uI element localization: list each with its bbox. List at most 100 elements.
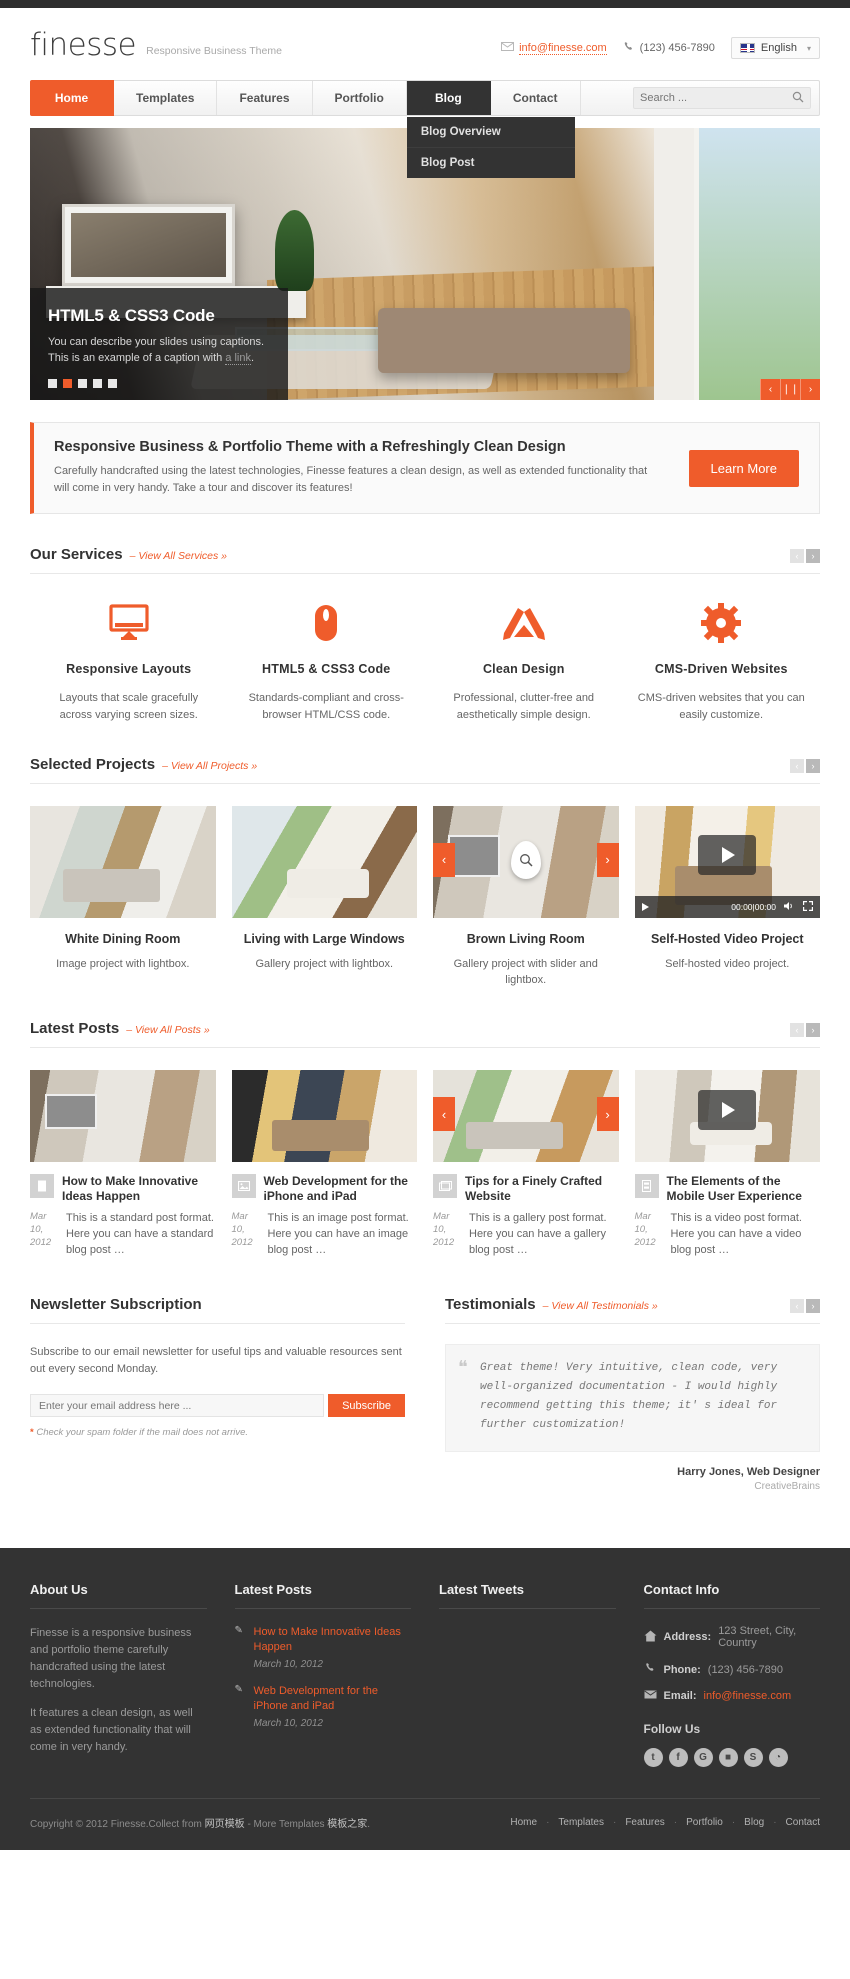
slider-bullet-1[interactable] [48,379,57,388]
testimonials-prev-button[interactable]: ‹ [790,1299,804,1313]
service-item[interactable]: HTML5 & CSS3 Code Standards-compliant an… [228,600,426,724]
slider-pause-button[interactable]: ❘❘ [780,379,800,400]
project-card[interactable]: Living with Large Windows Gallery projec… [231,806,417,988]
play-icon[interactable] [698,1090,757,1131]
project-card[interactable]: 00:00|00:00 Self-Hosted Video Project Se… [634,806,820,988]
service-item[interactable]: Responsive Layouts Layouts that scale gr… [30,600,228,724]
post-title[interactable]: How to Make Innovative Ideas Happen [62,1174,216,1204]
footer-post-link[interactable]: Web Development for the iPhone and iPad [254,1684,412,1714]
footer-phone-label: Phone: [663,1663,701,1676]
footer-link-home[interactable]: Home [510,1817,537,1828]
projects-next-button[interactable]: › [806,759,820,773]
volume-icon[interactable] [784,901,795,913]
projects-view-all-link[interactable]: – View All Projects » [162,760,257,773]
services-next-button[interactable]: › [806,549,820,563]
slider-bullet-5[interactable] [108,379,117,388]
posts-prev-button[interactable]: ‹ [790,1023,804,1037]
post-slider-prev-button[interactable]: ‹ [433,1097,455,1132]
post-title[interactable]: Web Development for the iPhone and iPad [264,1174,418,1204]
post-slider-next-button[interactable]: › [596,1097,619,1132]
nav-item-home[interactable]: Home [30,80,114,116]
header-email-link[interactable]: info@finesse.com [519,42,607,55]
slider-prev-button[interactable]: ‹ [760,379,780,400]
footer-link-features[interactable]: Features [625,1817,664,1828]
slider-bullet-2[interactable] [63,379,72,388]
slider-bullet-3[interactable] [78,379,87,388]
project-card[interactable]: ‹ › Brown Living Room Gallery project wi… [433,806,619,988]
search-box[interactable] [633,87,811,109]
promo-title: Responsive Business & Portfolio Theme wi… [54,439,566,455]
project-slider-prev-button[interactable]: ‹ [433,842,455,877]
post-card[interactable]: How to Make Innovative Ideas Happen Mar … [30,1070,216,1258]
testimonials-next-button[interactable]: › [806,1299,820,1313]
language-selector[interactable]: English ▾ [730,37,820,59]
footer-post-link[interactable]: How to Make Innovative Ideas Happen [254,1625,412,1655]
newsletter-email-input[interactable] [30,1394,325,1417]
footer-link-templates[interactable]: Templates [558,1817,604,1828]
post-video-thumbnail[interactable] [634,1070,820,1162]
dropdown-item-blog-post[interactable]: Blog Post [407,148,575,178]
footer-link-blog[interactable]: Blog [744,1817,764,1828]
footer-email-link[interactable]: info@finesse.com [704,1690,792,1702]
project-video-thumbnail[interactable]: 00:00|00:00 [634,806,820,918]
project-card[interactable]: White Dining Room Image project with lig… [30,806,216,988]
fullscreen-icon[interactable] [803,901,813,913]
skype-icon[interactable]: S [743,1748,763,1767]
nav-item-blog[interactable]: Blog Blog Overview Blog Post [406,81,575,178]
play-icon[interactable] [698,835,757,876]
site-logo[interactable]: finesse [30,29,137,61]
video-play-icon[interactable] [641,903,649,911]
facebook-icon[interactable]: f [668,1748,688,1767]
services-list: Responsive Layouts Layouts that scale gr… [30,600,820,724]
posts-next-button[interactable]: › [806,1023,820,1037]
post-card[interactable]: Web Development for the iPhone and iPad … [231,1070,418,1258]
youtube-icon[interactable]: ■ [718,1748,738,1767]
video-controls-bar[interactable]: 00:00|00:00 [634,896,820,918]
footer-address-label: Address: [663,1631,712,1643]
search-icon[interactable] [792,91,804,106]
project-text: Gallery project with lightbox. [255,958,394,970]
testimonial-author: Harry Jones, Web Designer [677,1466,820,1478]
testimonials-view-all-link[interactable]: – View All Testimonials » [543,1300,658,1313]
post-card[interactable]: The Elements of the Mobile User Experien… [634,1070,821,1258]
project-slider-next-button[interactable]: › [596,842,619,877]
service-text: Layouts that scale gracefully across var… [59,692,199,721]
footer-link-portfolio[interactable]: Portfolio [686,1817,723,1828]
google-plus-icon[interactable]: G [693,1748,713,1767]
post-title[interactable]: Tips for a Finely Crafted Website [465,1174,619,1204]
post-title[interactable]: The Elements of the Mobile User Experien… [667,1174,821,1204]
service-item[interactable]: CMS-Driven Websites CMS-driven websites … [623,600,821,724]
dropdown-item-blog-overview[interactable]: Blog Overview [406,117,575,148]
zoom-icon[interactable] [510,840,541,879]
projects-prev-button[interactable]: ‹ [790,759,804,773]
project-text: Gallery project with slider and lightbox… [453,958,598,986]
project-thumbnail[interactable]: ‹ › [433,806,619,918]
twitter-icon[interactable]: t [643,1748,663,1767]
footer-tweets-column: Latest Tweets [439,1582,616,1768]
post-thumbnail[interactable] [231,1070,417,1162]
post-card[interactable]: ‹ › Tips for a Finely Crafted Website Ma… [433,1070,619,1258]
slide-caption-link[interactable]: a link [225,352,251,365]
footer-link-sep: · [731,1817,736,1828]
services-prev-button[interactable]: ‹ [790,549,804,563]
posts-view-all-link[interactable]: – View All Posts » [126,1024,209,1037]
nav-item-features[interactable]: Features [217,81,313,115]
header-contact-group: info@finesse.com (123) 456-7890 English … [501,31,820,59]
post-thumbnail[interactable]: ‹ › [433,1070,619,1162]
nav-item-portfolio[interactable]: Portfolio [313,81,407,115]
nav-item-templates[interactable]: Templates [114,81,218,115]
learn-more-button[interactable]: Learn More [688,449,799,487]
slider-next-button[interactable]: › [800,379,820,400]
services-view-all-link[interactable]: – View All Services » [130,550,227,563]
rss-icon[interactable]: ◔ [768,1748,788,1767]
envelope-icon [643,1690,657,1702]
post-thumbnail[interactable] [30,1070,216,1162]
service-item[interactable]: Clean Design Professional, clutter-free … [425,600,623,724]
search-input[interactable] [640,92,792,104]
slider-bullet-4[interactable] [93,379,102,388]
project-thumbnail[interactable] [231,806,417,918]
subscribe-button[interactable]: Subscribe [328,1394,405,1417]
footer-link-contact[interactable]: Contact [786,1817,820,1828]
project-thumbnail[interactable] [30,806,216,918]
nav-item-contact[interactable]: Contact [491,81,581,115]
